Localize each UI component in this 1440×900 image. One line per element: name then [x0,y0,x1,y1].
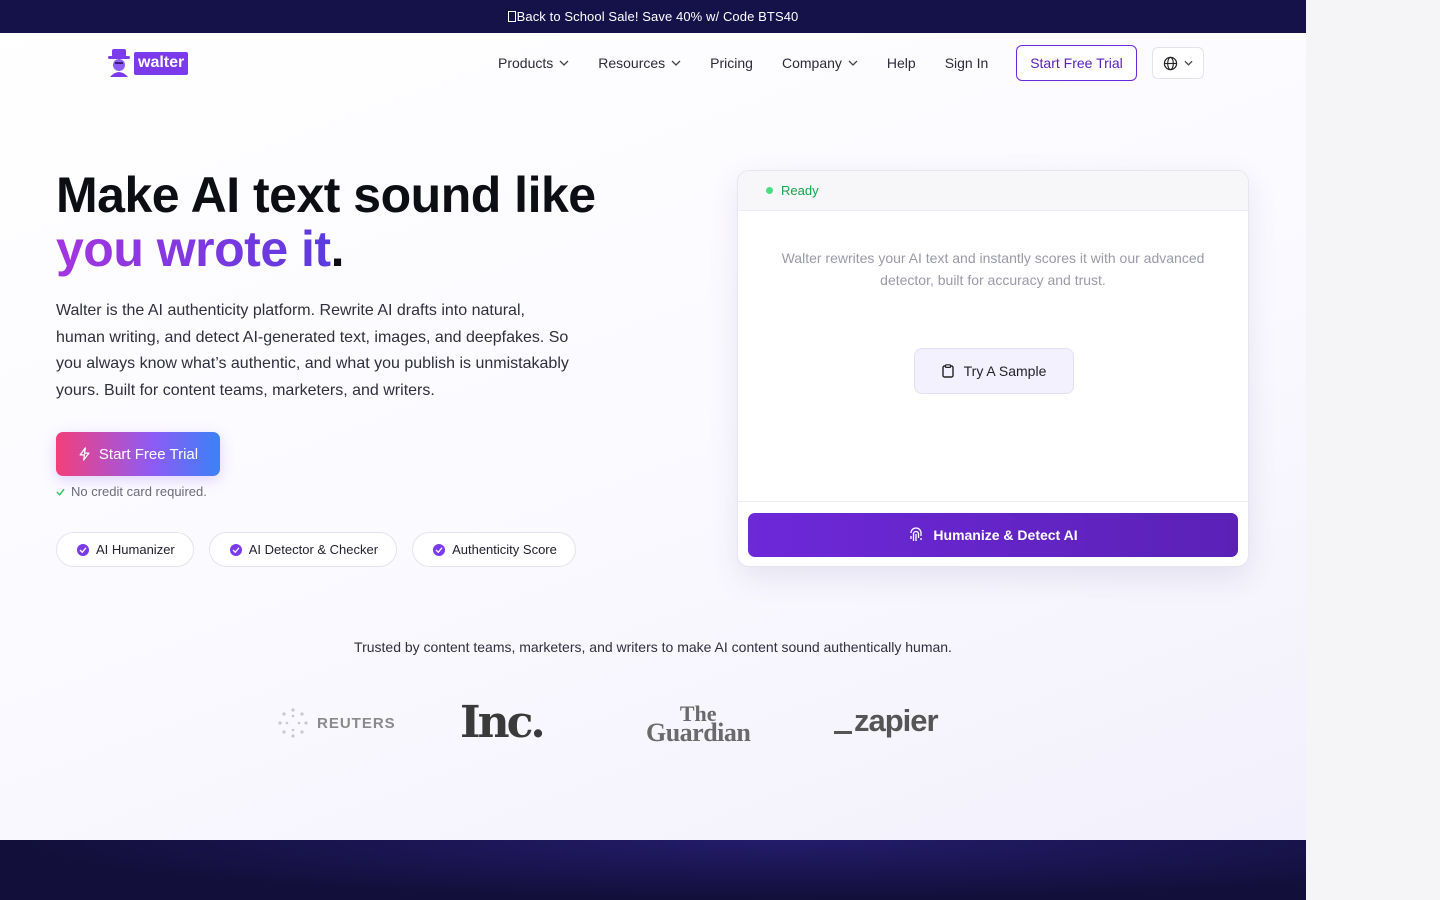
try-sample-label: Try A Sample [963,363,1047,379]
page: Back to School Sale! Save 40% w/ Code BT… [0,0,1306,900]
humanizer-editor-card: Ready Walter rewrites your AI text and i… [737,170,1249,567]
nav-company-label: Company [781,55,842,71]
check-badge-icon [229,543,242,556]
chip-ai-humanizer[interactable]: AI Humanizer [56,532,194,567]
language-selector[interactable] [1152,47,1204,79]
chevron-down-icon [848,60,858,66]
feature-chips: AI Humanizer AI Detector & Checker Authe… [56,532,576,567]
nav-sign-in[interactable]: Sign In [945,55,989,71]
reuters-dots-icon [278,708,308,738]
nav-help-label: Help [886,55,916,71]
promo-banner[interactable]: Back to School Sale! Save 40% w/ Code BT… [0,0,1306,33]
reuters-wordmark: REUTERS [317,714,396,732]
hero-title-line1: Make AI text sound like [56,167,596,223]
try-sample-button[interactable]: Try A Sample [914,348,1074,394]
gift-icon [507,11,516,22]
logo[interactable]: walter [107,49,189,77]
chip-label: Authenticity Score [452,542,557,557]
clipboard-icon [941,364,954,378]
check-badge-icon [77,543,89,556]
editor-placeholder: Walter rewrites your AI text and instant… [781,250,1205,288]
nav-start-trial-button[interactable]: Start Free Trial [1016,45,1137,81]
no-credit-card-text: No credit card required. [71,484,207,499]
guardian-wordmark-bottom: Guardian [646,718,751,747]
dark-section-band [0,840,1306,900]
nav-pricing-label: Pricing [710,55,753,71]
nav-pricing[interactable]: Pricing [710,55,753,71]
editor-status-bar: Ready [738,171,1248,211]
editor-text-area[interactable]: Walter rewrites your AI text and instant… [738,212,1248,501]
nav-company[interactable]: Company [782,55,858,71]
humanize-detect-button[interactable]: Humanize & Detect AI [748,513,1238,557]
walter-mascot-icon [107,49,133,77]
hero-description: Walter is the AI authenticity platform. … [56,302,569,399]
inc-logo: Inc. [460,697,546,748]
editor-footer: Humanize & Detect AI [738,501,1248,566]
zapier-logo: zapier [834,703,939,739]
humanize-detect-label: Humanize & Detect AI [933,527,1078,543]
chevron-down-icon [1184,60,1193,66]
nav-products-label: Products [498,55,554,71]
nav-products[interactable]: Products [498,55,569,71]
chip-authenticity-score[interactable]: Authenticity Score [412,532,576,567]
globe-icon [1163,56,1178,70]
nav-links: Products Resources Pricing Company Help … [498,33,1017,93]
hero-title: Make AI text sound like you wrote it. [56,168,596,276]
top-nav: walter Products Resources Pricing Compan… [0,33,1306,93]
chip-label: AI Humanizer [96,542,175,557]
hero-start-trial-label: Start Free Trial [98,445,199,463]
browser-gutter [1306,0,1440,900]
lightning-icon [79,447,90,461]
nav-help[interactable]: Help [887,55,916,71]
chevron-down-icon [559,60,569,66]
promo-text: Back to School Sale! Save 40% w/ Code BT… [516,9,799,24]
trusted-by-text: Trusted by content teams, marketers, and… [354,639,952,655]
nav-sign-in-label: Sign In [944,55,989,71]
status-dot-icon [766,187,773,194]
fingerprint-icon [910,527,923,541]
nav-resources-label: Resources [598,55,666,71]
chevron-down-icon [671,60,681,66]
check-icon [56,488,65,496]
check-badge-icon [433,543,446,556]
no-credit-card-note: No credit card required. [56,484,207,499]
logo-wordmark: walter [134,51,189,75]
zapier-underscore-icon [834,730,852,734]
hero-title-period: . [330,221,345,277]
chip-label: AI Detector & Checker [248,542,379,557]
hero-title-highlight: you wrote it [56,221,331,277]
hero-start-trial-button[interactable]: Start Free Trial [56,432,220,476]
reuters-logo: REUTERS [277,707,396,739]
nav-resources[interactable]: Resources [598,55,681,71]
zapier-wordmark: zapier [854,703,939,738]
press-logos: REUTERS Inc. The Guardian zapier [0,700,1306,750]
chip-ai-detector[interactable]: AI Detector & Checker [208,532,398,567]
editor-status: Ready [781,183,819,198]
guardian-logo: The Guardian [646,703,751,747]
